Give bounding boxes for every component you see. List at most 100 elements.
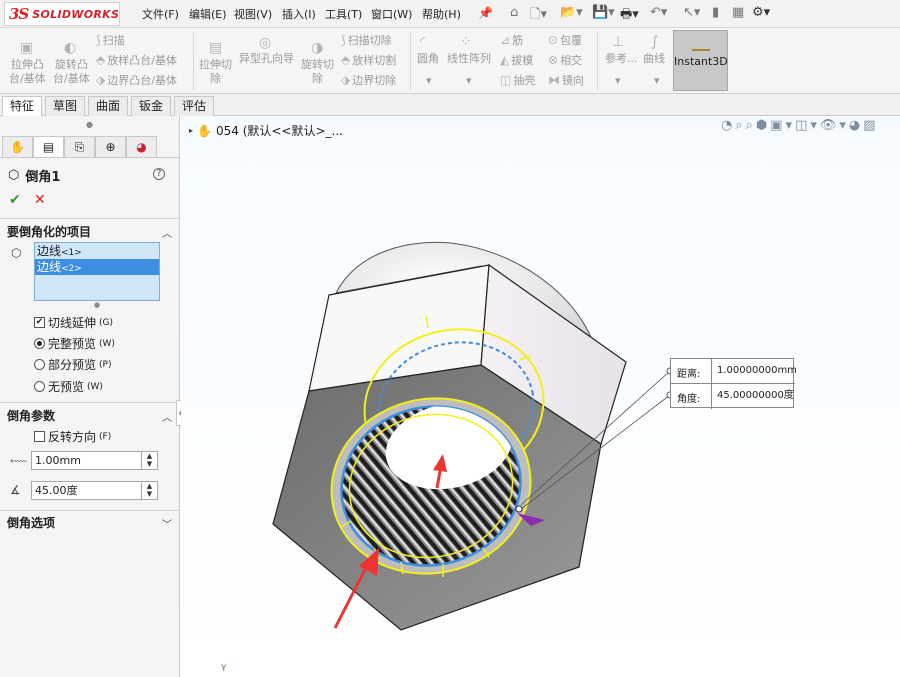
options-group-title[interactable]: 倒角选项 [7,514,55,531]
reference-geometry-button[interactable]: 参考... [605,52,638,66]
no-preview-radio[interactable]: 无预览 (W) [34,378,103,395]
full-preview-radio[interactable]: 完整预览 (W) [34,335,115,352]
revolve-cut-button[interactable]: 旋转切 除 [301,58,334,86]
property-manager-tab-icon[interactable]: ▤ [33,136,64,158]
partial-preview-radio[interactable]: 部分预览 (P) [34,356,111,373]
help-icon[interactable]: ? [153,168,165,180]
solidworks-logo[interactable]: 3S SOLIDWORKS [4,2,120,26]
list-resize-handle[interactable]: ● [94,301,100,309]
zoom-to-fit-icon[interactable]: ⌕ [735,118,745,133]
display-manager-tab-icon[interactable]: ◕ [126,136,157,158]
save-icon[interactable]: 💾▾ [592,5,615,20]
flip-direction-checkbox[interactable]: 反转方向 (F) [34,428,111,445]
items-group-title[interactable]: 要倒角化的项目 [7,223,91,240]
zoom-area-icon[interactable]: ⌕ [746,118,756,133]
callout-distance-row[interactable]: 距离: 1.00000000mm [671,359,797,384]
collapse-icon[interactable]: ︿ [162,409,172,424]
curves-dropdown-icon[interactable]: ▾ [654,74,660,88]
distance-spinner-icon[interactable]: ▲ ▼ [141,452,157,469]
distance-input[interactable]: 1.00mm ▲ ▼ [31,451,158,470]
handle-point[interactable] [515,505,523,513]
boss-extrude-button[interactable]: 拉伸凸 台/基体 [9,58,46,86]
reference-dropdown-icon[interactable]: ▾ [615,74,621,88]
select-icon[interactable]: ↖▾ [683,5,700,20]
collapse-icon[interactable]: ︿ [162,225,172,240]
lofted-cut-button[interactable]: ⬘ 放样切割 [341,53,396,68]
rib-button[interactable]: ⊿ 筋 [500,33,523,48]
graphics-area[interactable]: ▸ ✋ 054 (默认<<默认>_... ◔⌕⌕⬢▣▾◫▾👁▾◕▨ 距离: 1.… [181,116,900,677]
list-item[interactable]: 边线<2> [35,259,159,275]
selection-list[interactable]: 边线<1> 边线<2> [34,242,160,301]
previous-view-icon[interactable]: ◔ [721,118,735,133]
mirror-button[interactable]: ⧓ 镜向 [548,73,584,88]
tangent-propagation-checkbox[interactable]: ✔ 切线延伸 (G) [34,314,113,331]
cut-extrude-button[interactable]: 拉伸切 除 [199,58,232,86]
sweep-button[interactable]: ⟆ 扫描 [96,33,125,48]
expand-icon[interactable]: ﹀ [162,516,172,531]
separator [193,32,194,90]
menu-window[interactable]: 窗口(W) [371,6,412,22]
hide-show-icon[interactable]: 👁▾ [820,118,849,133]
feature-tree-root[interactable]: ▸ ✋ 054 (默认<<默认>_... [189,122,343,139]
heads-up-toolbar: ◔⌕⌕⬢▣▾◫▾👁▾◕▨ [721,118,879,133]
swept-cut-button[interactable]: ⟆ 扫描切除 [341,33,392,48]
loft-boss-button[interactable]: ⬘ 放样凸台/基体 [96,53,177,68]
fillet-button[interactable]: 圆角 [417,52,439,66]
callout-distance-value[interactable]: 1.00000000mm [711,359,797,384]
rebuild-icon[interactable]: ▮ [712,5,719,20]
curves-button[interactable]: 曲线 [643,52,665,66]
boundary-boss-button[interactable]: ⬗ 边界凸台/基体 [96,73,177,88]
instant3d-button[interactable]: Instant3D [673,30,728,91]
params-group-title[interactable]: 倒角参数 [7,407,55,424]
pattern-dropdown-icon[interactable]: ▾ [466,74,472,88]
tab-surfaces[interactable]: 曲面 [88,96,129,116]
angle-input[interactable]: 45.00度 ▲ ▼ [31,481,158,500]
pm-title-text: 倒角1 [25,170,61,185]
open-icon[interactable]: 📂▾ [560,5,583,20]
configuration-manager-tab-icon[interactable]: ⎘ [64,136,95,158]
menu-edit[interactable]: 编辑(E) [189,6,227,22]
revolve-boss-icon: ◐ [64,40,77,56]
menu-tools[interactable]: 工具(T) [325,6,362,22]
ok-button[interactable]: ✔ [9,192,21,208]
revolve-boss-button[interactable]: 旋转凸 台/基体 [53,58,90,86]
menu-file[interactable]: 文件(F) [142,6,179,22]
intersect-button[interactable]: ⊗ 相交 [548,53,582,68]
expand-arrow-icon[interactable]: ▸ [189,126,193,135]
view-orientation-icon[interactable]: ▣▾ [770,118,795,133]
appearance-icon[interactable]: ◕ [849,118,863,133]
panel-grip-icon[interactable]: ● [86,120,93,129]
angle-spinner-icon[interactable]: ▲ ▼ [141,482,157,499]
dimxpert-tab-icon[interactable]: ⊕ [95,136,126,158]
feature-manager-tab-icon[interactable]: ✋ [2,136,33,158]
options-gear-icon[interactable]: ⚙▾ [752,5,770,20]
boundary-cut-button[interactable]: ⬗ 边界切除 [341,73,396,88]
tab-sheet-metal[interactable]: 钣金 [131,96,172,116]
tab-evaluate[interactable]: 评估 [174,96,215,116]
file-properties-icon[interactable]: ▦ [732,5,744,20]
scene-icon[interactable]: ▨ [863,118,878,133]
checkbox-icon [34,431,45,442]
hole-wizard-button[interactable]: 异型孔向导 [239,52,294,66]
new-document-icon[interactable]: 🗋▾ [530,5,547,27]
callout-angle-value[interactable]: 45.00000000度 [711,384,795,409]
print-icon[interactable]: 🖶▾ [620,5,639,27]
menu-help[interactable]: 帮助(H) [422,6,461,22]
pin-icon[interactable]: 📌 [478,6,493,20]
fillet-dropdown-icon[interactable]: ▾ [426,74,432,88]
shell-button[interactable]: ◫ 抽壳 [500,73,535,88]
home-icon[interactable]: ⌂ [510,5,518,20]
section-view-icon[interactable]: ⬢ [756,118,770,133]
undo-icon[interactable]: ↶▾ [650,5,667,20]
menu-view[interactable]: 视图(V) [234,6,272,22]
list-item[interactable]: 边线<1> [35,243,159,259]
callout-angle-row[interactable]: 角度: 45.00000000度 [671,384,795,409]
cancel-button[interactable]: ✕ [34,192,46,208]
wrap-button[interactable]: ⊙ 包覆 [548,33,582,48]
menu-insert[interactable]: 插入(I) [282,6,316,22]
display-style-icon[interactable]: ◫▾ [795,118,820,133]
linear-pattern-button[interactable]: 线性阵列 [447,52,491,66]
draft-button[interactable]: ◭ 拔模 [500,53,533,68]
tab-features[interactable]: 特征 [2,96,43,116]
tab-sketch[interactable]: 草图 [45,96,86,116]
